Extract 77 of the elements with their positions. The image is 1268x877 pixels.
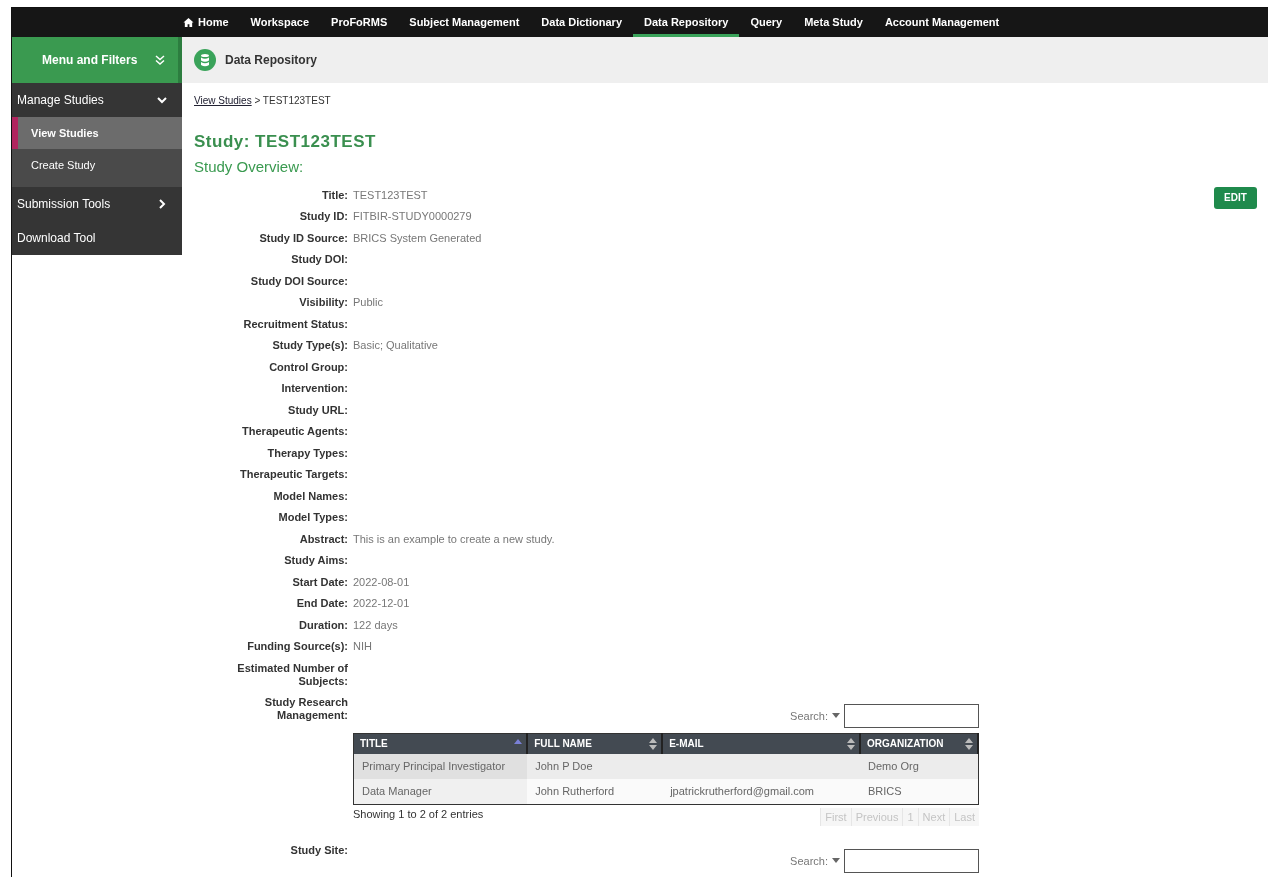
field-label: Abstract: bbox=[298, 531, 348, 547]
search-field[interactable] bbox=[844, 849, 979, 873]
field-label: Therapeutic Targets: bbox=[239, 467, 348, 482]
caret-icon[interactable] bbox=[832, 858, 840, 864]
table-cell: Primary Principal Investigator bbox=[362, 760, 506, 772]
field-value: Basic; Qualitative bbox=[353, 338, 439, 353]
double-chevron-icon[interactable] bbox=[154, 53, 166, 66]
column-header[interactable]: FULL NAME bbox=[527, 733, 663, 754]
sidebar-item[interactable]: Download Tool bbox=[12, 220, 182, 255]
field-label: Funding Source(s): bbox=[246, 639, 348, 654]
field-label: Estimated Number of Subjects: bbox=[236, 660, 348, 689]
nav-tab[interactable]: Query bbox=[739, 8, 794, 37]
field-value: NIH bbox=[353, 639, 373, 654]
column-header[interactable]: ORGANIZATION bbox=[860, 733, 978, 754]
field-label: Study Site: bbox=[289, 842, 348, 858]
field-label: Therapy Types: bbox=[266, 445, 348, 461]
field-value: BRICS System Generated bbox=[353, 230, 483, 246]
field-label: Recruitment Status: bbox=[242, 316, 348, 332]
nav-tab[interactable]: Workspace bbox=[239, 8, 321, 37]
sidebar-item[interactable]: Submission Tools bbox=[12, 186, 182, 221]
table-cell: John P Doe bbox=[535, 760, 593, 772]
field-label: Study DOI Source: bbox=[249, 273, 348, 289]
breadcrumb-link[interactable]: View Studies bbox=[194, 94, 252, 106]
column-header[interactable]: TITLE bbox=[353, 733, 528, 754]
field-label: End Date: bbox=[295, 596, 348, 611]
field-label: Control Group: bbox=[268, 359, 348, 375]
table-cell: John Rutherford bbox=[535, 785, 615, 797]
caret-icon[interactable] bbox=[832, 712, 840, 719]
section-title: Study Overview: bbox=[194, 157, 305, 175]
breadcrumb: View Studies > TEST123TEST bbox=[194, 94, 332, 106]
search-field[interactable] bbox=[844, 703, 979, 728]
field-value: FITBIR-STUDY0000279 bbox=[353, 209, 473, 224]
sidebar-item[interactable]: Manage Studies bbox=[12, 82, 182, 117]
sidebar-subitem[interactable]: View Studies bbox=[12, 116, 182, 149]
field-label: Study Research Management: bbox=[263, 695, 348, 723]
field-label: Study ID: bbox=[298, 209, 348, 224]
nav-tab[interactable]: ProFoRMS bbox=[320, 8, 399, 37]
nav-tab[interactable]: Subject Management bbox=[398, 8, 531, 37]
table-cell: BRICS bbox=[868, 785, 902, 797]
search-label: Search: bbox=[790, 709, 828, 722]
field-label: Visibility: bbox=[298, 295, 348, 310]
field-label: Study Aims: bbox=[283, 553, 348, 568]
field-label: Model Names: bbox=[272, 488, 348, 504]
nav-tab[interactable]: Data Dictionary bbox=[530, 8, 634, 37]
field-value: 122 days bbox=[353, 617, 399, 633]
field-label: Duration: bbox=[298, 617, 348, 633]
field-label: Therapeutic Agents: bbox=[241, 424, 348, 439]
edit-button[interactable]: EDIT bbox=[1214, 186, 1257, 209]
home-icon bbox=[183, 16, 194, 28]
database-icon bbox=[194, 48, 216, 71]
sidebar-subitem[interactable]: Create Study bbox=[12, 148, 182, 181]
table-cell: jpatrickrutherford@gmail.com bbox=[670, 785, 814, 797]
field-label: Model Types: bbox=[277, 510, 348, 525]
field-value: 2022-08-01 bbox=[353, 574, 411, 590]
field-value: This is an example to create a new study. bbox=[353, 531, 556, 547]
nav-tab[interactable]: Account Management bbox=[873, 8, 1011, 37]
field-label: Study Type(s): bbox=[271, 338, 348, 353]
search-label: Search: bbox=[790, 855, 828, 867]
page-title: Data Repository bbox=[225, 52, 318, 67]
field-label: Study ID Source: bbox=[258, 230, 348, 246]
field-label: Study URL: bbox=[287, 402, 348, 418]
table-cell: Data Manager bbox=[362, 785, 432, 797]
field-label: Intervention: bbox=[280, 381, 348, 396]
sidebar-header[interactable]: Menu and Filters bbox=[12, 36, 182, 83]
table-info: Showing 1 to 2 of 2 entries bbox=[353, 807, 484, 822]
field-label: Start Date: bbox=[291, 574, 348, 590]
sidebar-title: Menu and Filters bbox=[42, 52, 138, 67]
nav-tab[interactable]: Home bbox=[172, 8, 240, 37]
study-title: Study: TEST123TEST bbox=[194, 131, 377, 152]
field-label: Title: bbox=[320, 187, 348, 203]
nav-tab[interactable]: Meta Study bbox=[793, 8, 874, 37]
field-label: Study DOI: bbox=[290, 252, 348, 267]
field-value: TEST123TEST bbox=[353, 187, 429, 203]
column-header[interactable]: E-MAIL bbox=[662, 733, 861, 754]
field-value: 2022-12-01 bbox=[353, 596, 411, 611]
table-cell: Demo Org bbox=[868, 760, 919, 772]
field-value: Public bbox=[353, 295, 384, 310]
